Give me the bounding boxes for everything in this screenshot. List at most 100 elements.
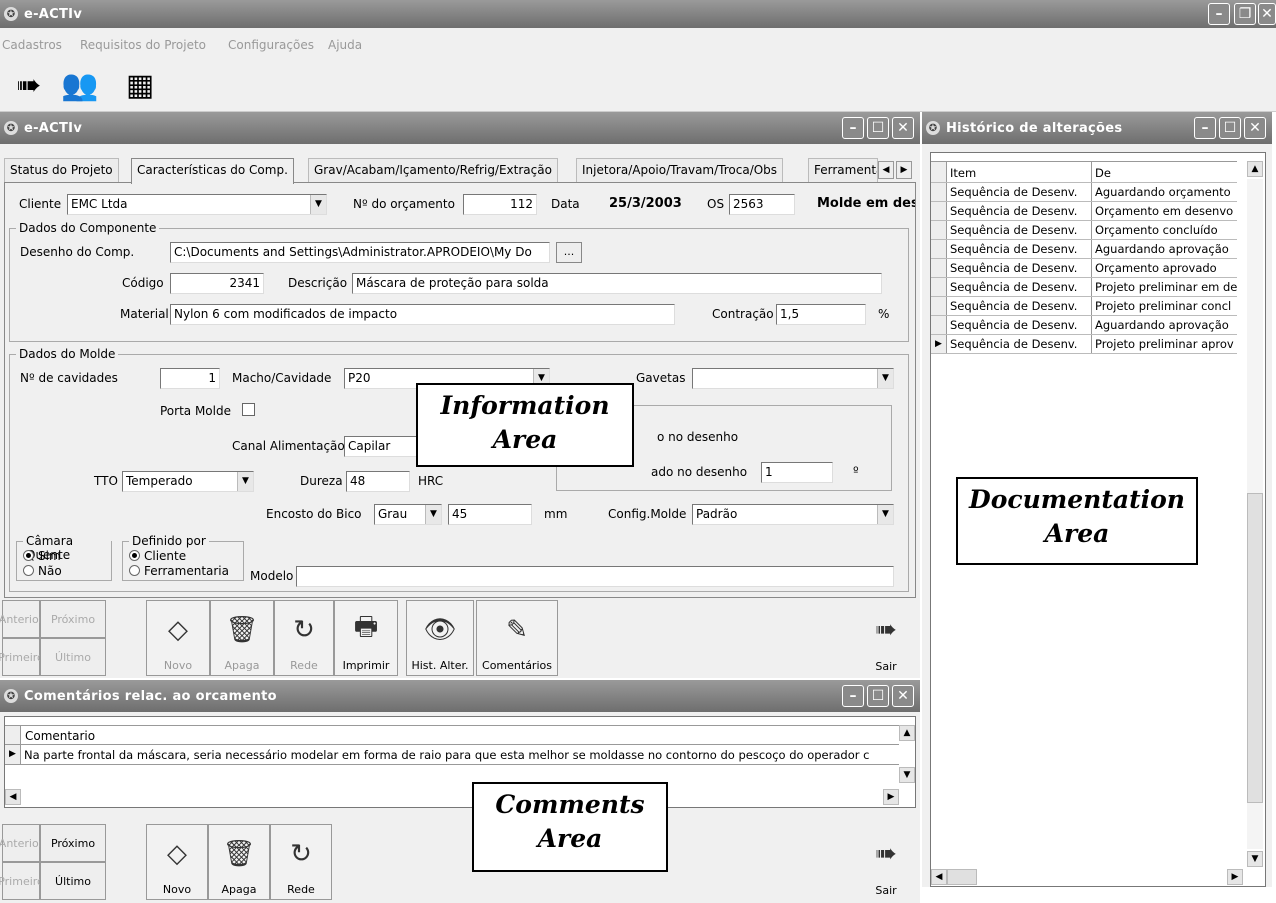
- os-field[interactable]: 2563: [729, 194, 795, 215]
- history-row[interactable]: Sequência de Desenv. Aguardando aprovação: [931, 240, 1237, 259]
- dureza-field[interactable]: 48: [346, 471, 410, 492]
- history-vscroll-down[interactable]: ▼: [1247, 851, 1263, 867]
- history-maximize-button[interactable]: ☐: [1219, 117, 1241, 139]
- comments-column-header: Comentario: [25, 729, 96, 743]
- history-row[interactable]: Sequência de Desenv. Aguardando aprovação: [931, 316, 1237, 335]
- comentarios-button[interactable]: ✎ Comentários: [476, 600, 558, 676]
- history-row[interactable]: ▶ Sequência de Desenv. Projeto preliminar …: [931, 335, 1237, 354]
- cavidades-field[interactable]: 1: [160, 368, 220, 389]
- tto-select[interactable]: Temperado ▼: [122, 471, 254, 492]
- tab-caracteristicas[interactable]: Características do Comp.: [131, 158, 294, 184]
- calculator-icon[interactable]: ▦: [120, 68, 160, 106]
- camara-nao-radio[interactable]: Não: [23, 564, 62, 578]
- comments-sair-button[interactable]: ➠ Sair: [856, 824, 916, 900]
- orcamento-field[interactable]: 112: [463, 194, 537, 215]
- comments-vscroll-up[interactable]: ▲: [899, 725, 915, 741]
- main-close-button[interactable]: ✕: [892, 117, 914, 139]
- main-maximize-button[interactable]: ☐: [867, 117, 889, 139]
- desenho-field[interactable]: C:\Documents and Settings\Administrator.…: [170, 242, 550, 263]
- apaga-button[interactable]: 🗑 Apaga: [210, 600, 274, 676]
- sair-button[interactable]: ➠ Sair: [856, 600, 916, 676]
- primeiro-button[interactable]: Primeiro: [0, 638, 44, 676]
- history-row[interactable]: Sequência de Desenv. Projeto preliminar e…: [931, 278, 1237, 297]
- comments-apaga-button[interactable]: 🗑 Apaga: [208, 824, 270, 900]
- tab-grav[interactable]: Grav/Acabam/Içamento/Refrig/Extração: [308, 158, 558, 182]
- app-restore-button[interactable]: ❐: [1234, 3, 1256, 25]
- comments-hscroll-right[interactable]: ▶: [883, 789, 899, 805]
- history-cell-de: Projeto preliminar concl: [1095, 299, 1232, 313]
- history-hscroll-right[interactable]: ▶: [1227, 869, 1243, 885]
- hist-alter-button[interactable]: 👁 Hist. Alter.: [406, 600, 474, 676]
- browse-button[interactable]: ...: [556, 242, 582, 263]
- history-vscroll-up[interactable]: ▲: [1247, 161, 1263, 177]
- encosto-select[interactable]: Grau ▼: [374, 504, 442, 525]
- canal-field[interactable]: Capilar: [344, 436, 424, 457]
- comments-novo-button[interactable]: ◇ Novo: [146, 824, 208, 900]
- comments-rede-button[interactable]: ↻ Rede: [270, 824, 332, 900]
- rede-button[interactable]: ↻ Rede: [274, 600, 334, 676]
- comments-close-button[interactable]: ✕: [892, 685, 914, 707]
- comments-hscroll-left[interactable]: ◀: [5, 789, 21, 805]
- history-hscroll-left[interactable]: ◀: [931, 869, 947, 885]
- anterior-button[interactable]: Anterior: [0, 600, 43, 638]
- codigo-field[interactable]: 2341: [170, 273, 264, 294]
- history-vscroll-thumb[interactable]: [1247, 493, 1263, 803]
- menu-item-cadastros[interactable]: Cadastros: [2, 38, 62, 52]
- modelo-field[interactable]: [296, 566, 894, 587]
- app-minimize-button[interactable]: –: [1208, 3, 1230, 25]
- novo-button[interactable]: ◇ Novo: [146, 600, 210, 676]
- config-select[interactable]: Padrão ▼: [692, 504, 894, 525]
- material-field[interactable]: Nylon 6 com modificados de impacto: [170, 304, 675, 325]
- history-hscroll-thumb[interactable]: [947, 869, 977, 885]
- chevron-down-icon: ▼: [425, 505, 441, 524]
- app-close-button[interactable]: ✕: [1258, 3, 1276, 25]
- history-row[interactable]: Sequência de Desenv. Projeto preliminar c…: [931, 297, 1237, 316]
- comments-minimize-button[interactable]: –: [842, 685, 864, 707]
- menu-item-requisitos[interactable]: Requisitos do Projeto: [80, 38, 206, 52]
- main-minimize-button[interactable]: –: [842, 117, 864, 139]
- tab-ferramenta[interactable]: Ferramenta: [808, 158, 878, 182]
- camara-sim-radio[interactable]: Sim: [23, 549, 61, 563]
- history-row[interactable]: Sequência de Desenv. Aguardando orçamento: [931, 183, 1237, 202]
- comments-anterior-button[interactable]: Anterior: [0, 824, 43, 862]
- comments-primeiro-button[interactable]: Primeiro: [0, 862, 44, 900]
- eye-icon: 👁: [423, 615, 457, 645]
- comments-proximo-button[interactable]: Próximo: [40, 824, 106, 862]
- definido-ferramentaria-radio[interactable]: Ferramentaria: [129, 564, 229, 578]
- exit-icon[interactable]: ➠: [10, 68, 48, 106]
- gavetas-select[interactable]: ▼: [692, 368, 894, 389]
- menu-item-ajuda[interactable]: Ajuda: [328, 38, 362, 52]
- contracao-field[interactable]: 1,5: [776, 304, 866, 325]
- cliente-select[interactable]: EMC Ltda ▼: [67, 194, 327, 215]
- row-indicator: [931, 259, 947, 277]
- tab-scroll-left[interactable]: ◀: [878, 161, 894, 179]
- comments-vscroll-down[interactable]: ▼: [899, 767, 915, 783]
- comments-row[interactable]: ▶ Na parte frontal da máscara, seria nec…: [5, 745, 899, 765]
- main-toolbar: Anterior Próximo Primeiro Último ◇ Novo 🗑…: [0, 598, 920, 678]
- proximo-button[interactable]: Próximo: [40, 600, 106, 638]
- imprimir-button[interactable]: 🖶 Imprimir: [334, 600, 398, 676]
- ultimo-button[interactable]: Último: [40, 638, 106, 676]
- history-close-button[interactable]: ✕: [1244, 117, 1266, 139]
- comments-maximize-button[interactable]: ☐: [867, 685, 889, 707]
- diamond-icon: ◇: [167, 839, 187, 869]
- encosto-num-field[interactable]: 45: [448, 504, 532, 525]
- history-row[interactable]: Sequência de Desenv. Orçamento em desenvo: [931, 202, 1237, 221]
- history-row[interactable]: Sequência de Desenv. Orçamento concluído: [931, 221, 1237, 240]
- tab-status[interactable]: Status do Projeto: [4, 158, 119, 182]
- history-minimize-button[interactable]: –: [1194, 117, 1216, 139]
- menu-item-configuracoes[interactable]: Configurações: [228, 38, 314, 52]
- history-cell-item: Sequência de Desenv.: [947, 240, 1092, 258]
- descricao-field[interactable]: Máscara de proteção para solda: [352, 273, 882, 294]
- definido-cliente-radio[interactable]: Cliente: [129, 549, 186, 563]
- tab-scroll-right[interactable]: ▶: [896, 161, 912, 179]
- moldagem-value-field[interactable]: 1: [761, 462, 833, 483]
- exit-icon: ➠: [875, 839, 897, 869]
- history-row[interactable]: Sequência de Desenv. Orçamento aprovado: [931, 259, 1237, 278]
- row-pointer-icon: ▶: [5, 745, 21, 764]
- tab-injetora[interactable]: Injetora/Apoio/Travam/Troca/Obs: [576, 158, 784, 182]
- comments-ultimo-button[interactable]: Último: [40, 862, 106, 900]
- porta-molde-checkbox[interactable]: [242, 403, 255, 416]
- users-icon[interactable]: 👥: [60, 68, 100, 106]
- cliente-label: Cliente: [19, 197, 62, 211]
